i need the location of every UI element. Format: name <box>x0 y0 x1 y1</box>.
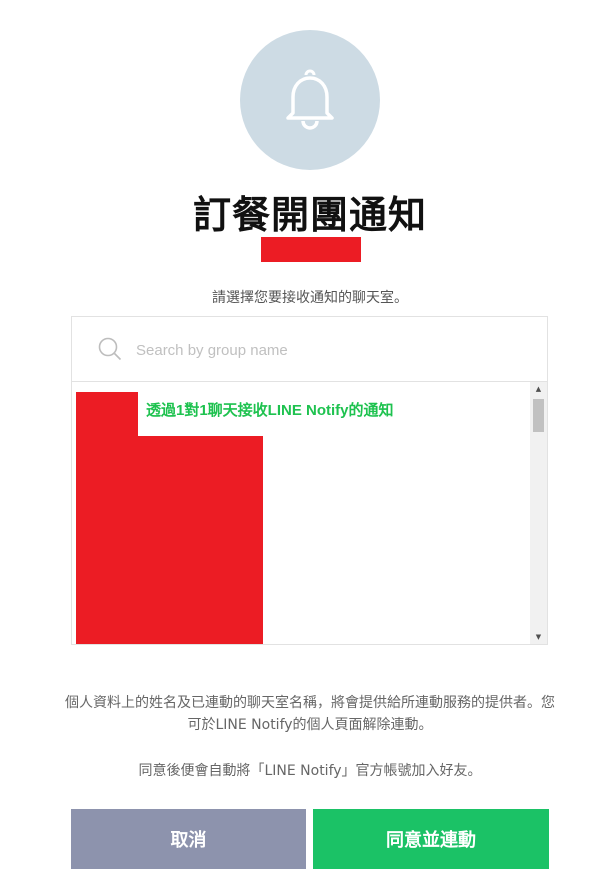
cancel-button[interactable]: 取消 <box>71 809 306 869</box>
scroll-down-icon[interactable]: ▼ <box>530 630 547 644</box>
list-item-label: 透過1對1聊天接收LINE Notify的通知 <box>146 402 394 419</box>
bell-avatar <box>240 30 380 170</box>
agree-note-text: 同意後便會自動將「LINE Notify」官方帳號加入好友。 <box>138 763 482 779</box>
bell-icon <box>275 63 345 137</box>
scroll-thumb[interactable] <box>533 399 544 432</box>
search-icon <box>98 337 122 365</box>
agree-and-connect-button[interactable]: 同意並連動 <box>313 809 549 869</box>
search-bar <box>72 317 547 382</box>
chat-room-selector: 透過1對1聊天接收LINE Notify的通知 ▲ ▼ <box>71 316 548 645</box>
redacted-block <box>261 237 361 262</box>
disclaimer-text: 個人資料上的姓名及已連動的聊天室名稱，將會提供給所連動服務的提供者。您可於LIN… <box>65 695 555 733</box>
instruction-text: 請選擇您要接收通知的聊天室。 <box>212 290 408 306</box>
scrollbar[interactable]: ▲ ▼ <box>530 382 547 644</box>
scroll-up-icon[interactable]: ▲ <box>530 382 547 396</box>
list-item-1on1-chat[interactable]: 透過1對1聊天接收LINE Notify的通知 <box>76 392 530 436</box>
search-input[interactable] <box>134 338 518 362</box>
page-title: 訂餐開團通知 <box>192 193 427 237</box>
redacted-block <box>76 392 138 436</box>
chat-list: 透過1對1聊天接收LINE Notify的通知 <box>72 382 530 644</box>
redacted-block <box>76 436 263 644</box>
